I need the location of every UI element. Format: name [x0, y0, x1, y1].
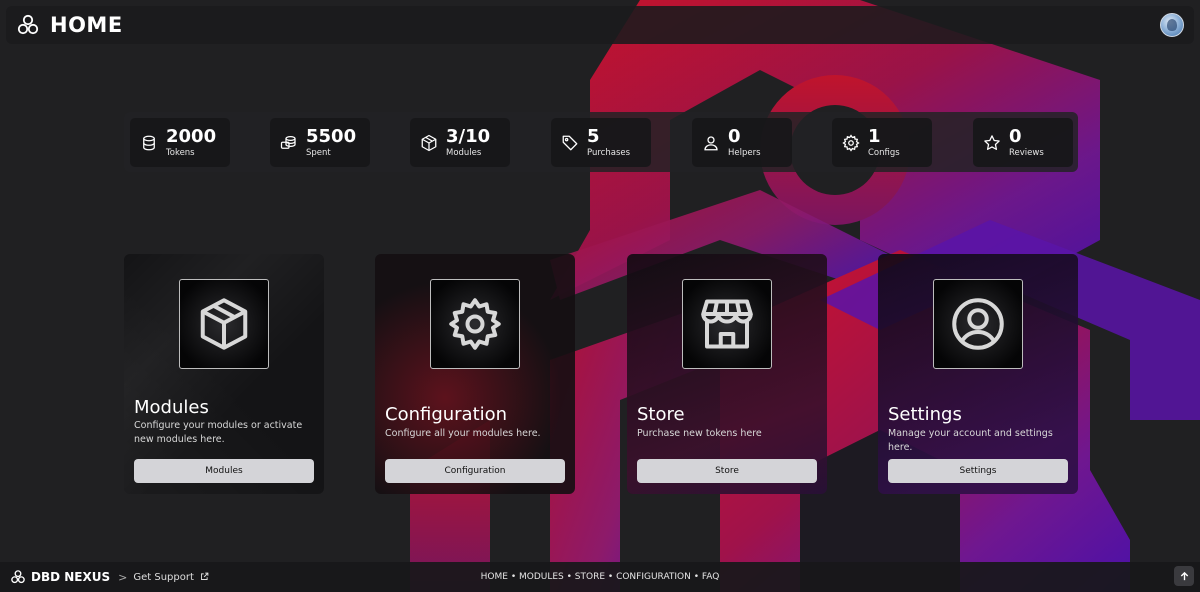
card-description: Purchase new tokens here [637, 428, 762, 439]
stat-label: Reviews [1009, 147, 1044, 158]
stat-label: Spent [306, 147, 331, 158]
modules-button[interactable]: Modules [134, 459, 314, 483]
stat-value: 3/10 [446, 125, 491, 147]
card-icon-frame [682, 279, 772, 369]
stat-modules: 3/10 Modules [410, 118, 510, 167]
configuration-button[interactable]: Configuration [385, 459, 565, 483]
chevron-right-icon: > [118, 570, 128, 584]
top-header: HOME [6, 6, 1194, 44]
card-settings: Settings Manage your account and setting… [878, 254, 1078, 494]
user-avatar[interactable] [1160, 13, 1184, 37]
stat-configs: 1 Configs [832, 118, 932, 167]
gear-icon [842, 133, 860, 152]
link-separator: • [690, 572, 702, 582]
stat-spent: 5500 Spent [270, 118, 370, 167]
footer-link-faq[interactable]: FAQ [702, 572, 719, 582]
stat-tokens: 2000 Tokens [130, 118, 230, 167]
card-icon-frame [933, 279, 1023, 369]
card-description: Manage your account and settings here. [888, 428, 1053, 453]
stat-value: 5500 [306, 125, 357, 147]
scroll-top-button[interactable] [1174, 566, 1194, 586]
stats-bar: 2000 Tokens 5500 Spent 3/10 Modules 5 Pu… [124, 112, 1078, 172]
nexus-logo-icon[interactable] [16, 13, 40, 37]
footer: DBD NEXUS > Get Support HOME • MODULES •… [0, 562, 1200, 592]
get-support-link[interactable]: Get Support [133, 572, 209, 583]
store-icon [701, 299, 753, 349]
stat-label: Purchases [587, 147, 631, 158]
stat-value: 0 [1009, 125, 1022, 147]
user-circle-icon [952, 298, 1004, 350]
stat-helpers: 0 Helpers [692, 118, 792, 167]
nexus-logo-icon[interactable] [10, 569, 26, 585]
stat-reviews: 0 Reviews [973, 118, 1073, 167]
stat-value: 0 [728, 125, 741, 147]
get-support-label: Get Support [133, 571, 194, 583]
footer-brand[interactable]: DBD NEXUS [31, 570, 110, 584]
card-title: Configuration [385, 404, 508, 425]
star-icon [984, 134, 1000, 150]
box-icon [200, 298, 248, 350]
footer-link-modules[interactable]: MODULES [519, 572, 564, 582]
card-configuration: Configuration Configure all your modules… [375, 254, 575, 494]
coins-icon [143, 135, 155, 150]
stat-label: Tokens [166, 147, 195, 158]
stat-value: 5 [587, 125, 600, 147]
footer-link-store[interactable]: STORE [575, 572, 605, 582]
settings-button[interactable]: Settings [888, 459, 1068, 483]
external-link-icon [201, 572, 209, 580]
card-title: Modules [134, 397, 209, 418]
footer-link-home[interactable]: HOME [481, 572, 508, 582]
stat-purchases: 5 Purchases [551, 118, 651, 167]
card-icon-frame [179, 279, 269, 369]
link-separator: • [605, 572, 617, 582]
money-stack-icon [280, 135, 296, 149]
user-icon [704, 135, 718, 150]
stat-label: Helpers [728, 147, 761, 158]
page-title: HOME [50, 13, 123, 37]
stat-label: Configs [868, 147, 900, 158]
box-icon [421, 134, 437, 151]
card-store: Store Purchase new tokens here Store [627, 254, 827, 494]
card-title: Store [637, 404, 685, 425]
card-icon-frame [430, 279, 520, 369]
tag-icon [562, 135, 578, 150]
link-separator: • [563, 572, 575, 582]
stat-value: 1 [868, 125, 881, 147]
footer-link-configuration[interactable]: CONFIGURATION [616, 572, 691, 582]
card-title: Settings [888, 404, 962, 425]
store-button[interactable]: Store [637, 459, 817, 483]
link-separator: • [507, 572, 519, 582]
stat-label: Modules [446, 147, 482, 158]
card-modules: Modules Configure your modules or activa… [124, 254, 324, 494]
card-description: Configure your modules or activate new m… [134, 420, 303, 445]
stat-value: 2000 [166, 125, 217, 147]
card-description: Configure all your modules here. [385, 428, 541, 439]
gear-icon [449, 298, 501, 350]
arrow-up-icon [1180, 571, 1188, 580]
